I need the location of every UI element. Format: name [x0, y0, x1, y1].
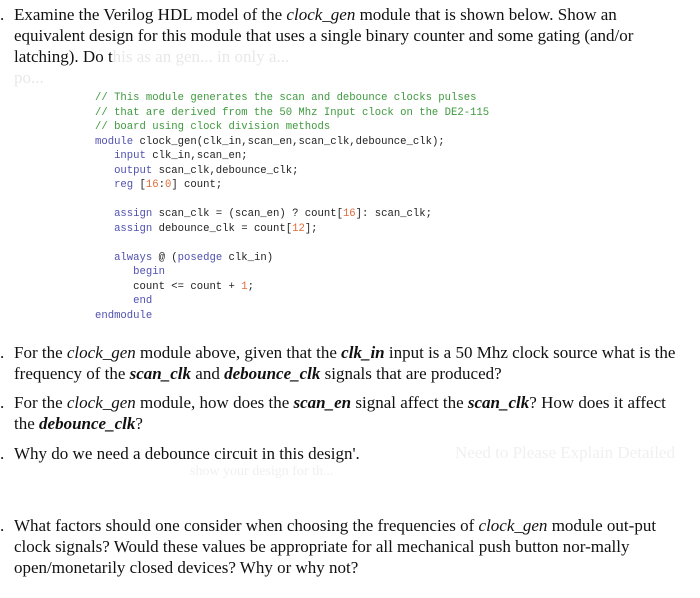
question-3: . For the clock_gen module, how does the…	[0, 392, 676, 434]
code-text: @ (	[152, 251, 178, 264]
code-number: 12	[292, 222, 305, 235]
question-text: signal affect the	[351, 393, 468, 412]
signal-name: clk_in	[341, 343, 385, 362]
question-text: signals that are produced?	[320, 364, 502, 383]
question-text: module, how does the	[135, 393, 294, 412]
question-1: . Examine the Verilog HDL model of the c…	[0, 4, 676, 88]
question-text: '.	[352, 444, 360, 463]
code-keyword: module	[95, 135, 134, 148]
code-comment: // board using clock division methods	[95, 121, 331, 133]
code-keyword: reg	[114, 179, 134, 191]
code-keyword: assign	[114, 222, 153, 235]
faded-text: his as an gen... in only a...	[112, 47, 290, 66]
question-bullet: .	[0, 393, 5, 412]
signal-name: debounce_clk	[224, 364, 321, 383]
code-text: [	[133, 179, 146, 191]
question-2: . For the clock_gen module above, given …	[0, 342, 676, 384]
question-bullet: .	[0, 516, 5, 535]
question-1-text: Examine the Verilog HDL model of the	[14, 5, 287, 24]
code-text: scan_clk = (scan_en) ? count[	[152, 208, 343, 220]
faded-ghost-text: show your design for th...	[190, 464, 334, 479]
module-name: clock_gen	[66, 393, 136, 412]
code-comment: // This module generates the scan and de…	[95, 92, 477, 104]
code-text: clock_gen(clk_in,scan_en,scan_clk,deboun…	[133, 135, 445, 148]
code-keyword: posedge	[177, 251, 223, 264]
code-keyword: begin	[133, 266, 165, 278]
code-number: 16	[342, 208, 356, 220]
signal-name: debounce_clk	[39, 414, 136, 433]
code-keyword: endmodule	[95, 309, 153, 322]
question-bullet: .	[0, 5, 5, 24]
code-keyword: output	[114, 164, 153, 177]
question-text: ?	[135, 414, 143, 433]
code-number: 16	[145, 179, 159, 191]
signal-name: scan_clk	[467, 393, 530, 412]
code-text: ];	[304, 222, 318, 235]
signal-name: scan_clk	[129, 364, 192, 383]
code-keyword: input	[114, 150, 146, 162]
question-bullet: .	[0, 343, 5, 362]
verilog-code-block: // This module generates the scan and de…	[95, 91, 489, 323]
question-text: module above, given that the	[135, 343, 342, 362]
module-name: clock_gen	[478, 516, 548, 535]
code-text: ] count;	[171, 179, 223, 191]
signal-name: scan_en	[293, 393, 352, 412]
module-name: clock_gen	[286, 5, 356, 24]
code-text: count <= count +	[133, 280, 242, 293]
module-name: clock_gen	[66, 343, 136, 362]
question-text: and	[191, 364, 225, 383]
question-text: Why do we need a debounce circuit in thi…	[14, 444, 353, 463]
code-comment: // that are derived from the 50 Mhz Inpu…	[95, 106, 490, 119]
question-5: . What factors should one consider when …	[0, 515, 676, 578]
faded-text-line2: po...	[14, 68, 44, 87]
code-text: debounce_clk = count[	[152, 222, 293, 235]
code-text: scan_clk,debounce_clk;	[152, 164, 299, 177]
code-text: ;	[247, 280, 254, 293]
faded-ghost-text: Need to Please Explain Detailed	[455, 443, 675, 462]
code-text: clk_in,scan_en;	[145, 150, 248, 162]
question-text: For the	[14, 393, 67, 412]
code-keyword: assign	[114, 208, 153, 220]
question-text: For the	[14, 343, 67, 362]
code-text: clk_in)	[222, 251, 274, 264]
question-bullet: .	[0, 444, 5, 463]
code-text: ]: scan_clk;	[355, 208, 432, 220]
code-keyword: always	[114, 251, 153, 264]
question-text: What factors should one consider when ch…	[14, 516, 479, 535]
code-keyword: end	[133, 295, 153, 307]
